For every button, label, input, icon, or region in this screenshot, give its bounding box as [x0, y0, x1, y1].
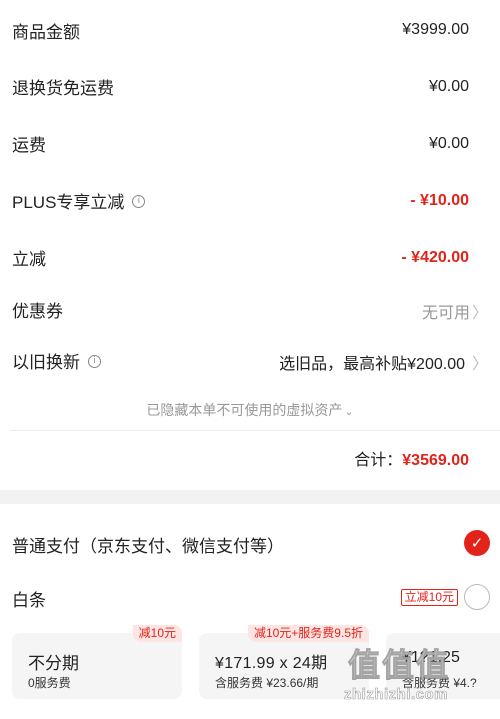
summary-row-goods-amount: 商品金额 ¥3999.00 [0, 18, 500, 58]
installment-plan-partial[interactable]: ¥1?1.25 含服务费 ¥4.? [386, 633, 500, 699]
chevron-down-icon: ⌄ [344, 406, 354, 418]
summary-row-instant-discount: 立减 - ¥420.00 [0, 245, 500, 285]
plan-badge: 减10元+服务费9.5折 [247, 625, 369, 642]
trade-in-label: 以旧换新 i [12, 348, 101, 373]
plan-title: 不分期 [28, 654, 79, 673]
order-total: 合计：¥3569.00 [354, 446, 469, 470]
trade-in-value: 选旧品，最高补贴¥200.00 [279, 356, 465, 373]
coupon-value: 无可用 [421, 305, 470, 322]
hidden-assets-toggle[interactable]: 已隐藏本单不可使用的虚拟资产 ⌄ [0, 400, 500, 420]
payment-option-regular[interactable]: 普通支付（京东支付、微信支付等） [0, 532, 500, 572]
total-value: ¥3569.00 [402, 452, 469, 469]
goods-amount-label: 商品金额 [12, 23, 80, 42]
instant-discount-label: 立减 [12, 250, 46, 269]
return-shipping-label: 退换货免运费 [12, 79, 114, 98]
plus-discount-text: PLUS专享立减 [12, 193, 125, 212]
plan-title: ¥1?1.25 [402, 649, 460, 666]
divider [10, 430, 500, 431]
checked-radio-icon[interactable]: ✓ [464, 530, 490, 556]
chevron-right-icon: 〉 [471, 354, 488, 373]
baitiao-discount-tag: 立减10元 [400, 589, 458, 606]
regular-payment-label: 普通支付（京东支付、微信支付等） [12, 537, 284, 556]
trade-in-text: 以旧换新 [12, 353, 80, 372]
installment-plan-none[interactable]: 减10元 不分期 0服务费 [12, 625, 182, 699]
plan-subtitle: 含服务费 ¥23.66/期 [215, 676, 319, 690]
instant-discount-value: - ¥420.00 [401, 249, 469, 266]
summary-row-return-shipping: 退换货免运费 ¥0.00 [0, 74, 500, 114]
plus-discount-value: - ¥10.00 [410, 192, 469, 209]
return-shipping-value: ¥0.00 [428, 78, 469, 95]
hidden-assets-text: 已隐藏本单不可使用的虚拟资产 [146, 402, 343, 418]
coupon-label: 优惠券 [12, 302, 63, 321]
baitiao-label: 白条 [12, 591, 46, 610]
plan-subtitle: 含服务费 ¥4.? [402, 676, 477, 690]
info-icon[interactable]: i [132, 195, 146, 209]
goods-amount-value: ¥3999.00 [402, 21, 469, 38]
summary-row-shipping: 运费 ¥0.00 [0, 131, 500, 171]
shipping-value: ¥0.00 [428, 135, 469, 152]
unchecked-radio-icon[interactable] [464, 584, 490, 610]
chevron-right-icon: 〉 [471, 303, 488, 322]
plan-title: ¥171.99 x 24期 [215, 655, 328, 672]
installment-plan-24[interactable]: 减10元+服务费9.5折 ¥171.99 x 24期 含服务费 ¥23.66/期 [199, 625, 369, 699]
info-icon[interactable]: i [88, 355, 101, 369]
section-gap [0, 490, 500, 504]
total-label: 合计： [354, 452, 403, 469]
plan-badge: 减10元 [132, 625, 182, 642]
summary-row-trade-in[interactable]: 以旧换新 i 选旧品，最高补贴¥200.00 〉 [0, 348, 500, 388]
plus-discount-label: PLUS专享立减 i [12, 188, 146, 213]
summary-row-plus-discount: PLUS专享立减 i - ¥10.00 [0, 188, 500, 228]
shipping-label: 运费 [12, 136, 46, 155]
summary-row-coupon[interactable]: 优惠券 无可用 〉 [0, 297, 500, 337]
plan-subtitle: 0服务费 [28, 676, 71, 690]
